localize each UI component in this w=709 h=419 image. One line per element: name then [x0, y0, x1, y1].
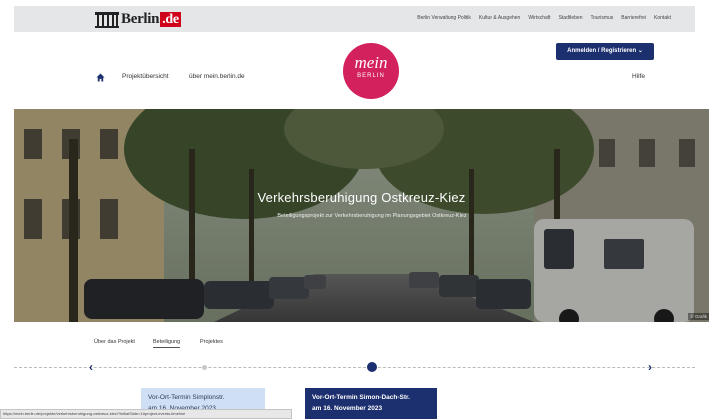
- logo-mein-text: mein: [354, 53, 388, 72]
- timeline-prev-button[interactable]: ‹: [89, 360, 93, 374]
- timeline-track: [14, 367, 695, 368]
- timeline-next-button[interactable]: ›: [648, 360, 652, 374]
- event-card-active[interactable]: Vor-Ort-Termin Simon-Dach-Str. am 16. No…: [305, 388, 437, 419]
- tab-projects[interactable]: Projektes: [200, 339, 223, 345]
- project-title: Verkehrsberuhigung Ostkreuz-Kiez: [257, 190, 466, 205]
- topbar-nav: Berlin Verwaltung Politik Kultur & Ausge…: [417, 15, 671, 21]
- topbar-link[interactable]: Stadtleben: [559, 15, 583, 21]
- brandenburg-gate-icon: [95, 12, 119, 28]
- berlin-de-logo[interactable]: Berlin .de: [94, 10, 181, 28]
- nav-project-overview[interactable]: Projektübersicht: [122, 73, 169, 80]
- topbar-link[interactable]: Kontakt: [654, 15, 671, 21]
- help-link[interactable]: Hilfe: [632, 73, 645, 80]
- home-icon[interactable]: [96, 73, 105, 82]
- topbar-link[interactable]: Kultur & Ausgehen: [479, 15, 520, 21]
- event-title: Vor-Ort-Termin Simon-Dach-Str.: [312, 394, 410, 401]
- tab-participation[interactable]: Beteiligung: [153, 339, 181, 348]
- image-credit: © Grafik: [688, 313, 709, 320]
- mein-berlin-logo[interactable]: mein BERLIN: [343, 43, 399, 99]
- tab-about-project[interactable]: Über das Projekt: [94, 339, 135, 345]
- berlin-de-wordmark: Berlin .de: [121, 10, 181, 27]
- timeline-marker[interactable]: [202, 365, 207, 370]
- browser-viewport: Berlin .de Berlin Verwaltung Politik Kult…: [0, 0, 709, 419]
- event-date: am 16. November 2023: [312, 405, 383, 412]
- timeline-marker-active[interactable]: [367, 362, 377, 372]
- topbar-link[interactable]: Wirtschaft: [528, 15, 550, 21]
- logo-berlin-text: BERLIN: [357, 73, 385, 79]
- login-register-button[interactable]: Anmelden / Registrieren ⌄: [556, 43, 654, 60]
- project-subtitle: Beteiligungsprojekt zur Verkehrsberuhigu…: [277, 213, 467, 219]
- event-title: Vor-Ort-Termin Simplonstr.: [148, 394, 225, 401]
- browser-status-url: https://mein.berlin.de/projekte/verkehrs…: [0, 409, 292, 419]
- topbar-link[interactable]: Barrierefrei: [621, 15, 646, 21]
- nav-about-mein-berlin[interactable]: über mein.berlin.de: [189, 73, 245, 80]
- berlin-de-topbar: Berlin .de Berlin Verwaltung Politik Kult…: [14, 6, 695, 32]
- hero-image: Verkehrsberuhigung Ostkreuz-Kiez Beteili…: [14, 109, 709, 322]
- topbar-link[interactable]: Berlin Verwaltung Politik: [417, 15, 471, 21]
- topbar-link[interactable]: Tourismus: [591, 15, 614, 21]
